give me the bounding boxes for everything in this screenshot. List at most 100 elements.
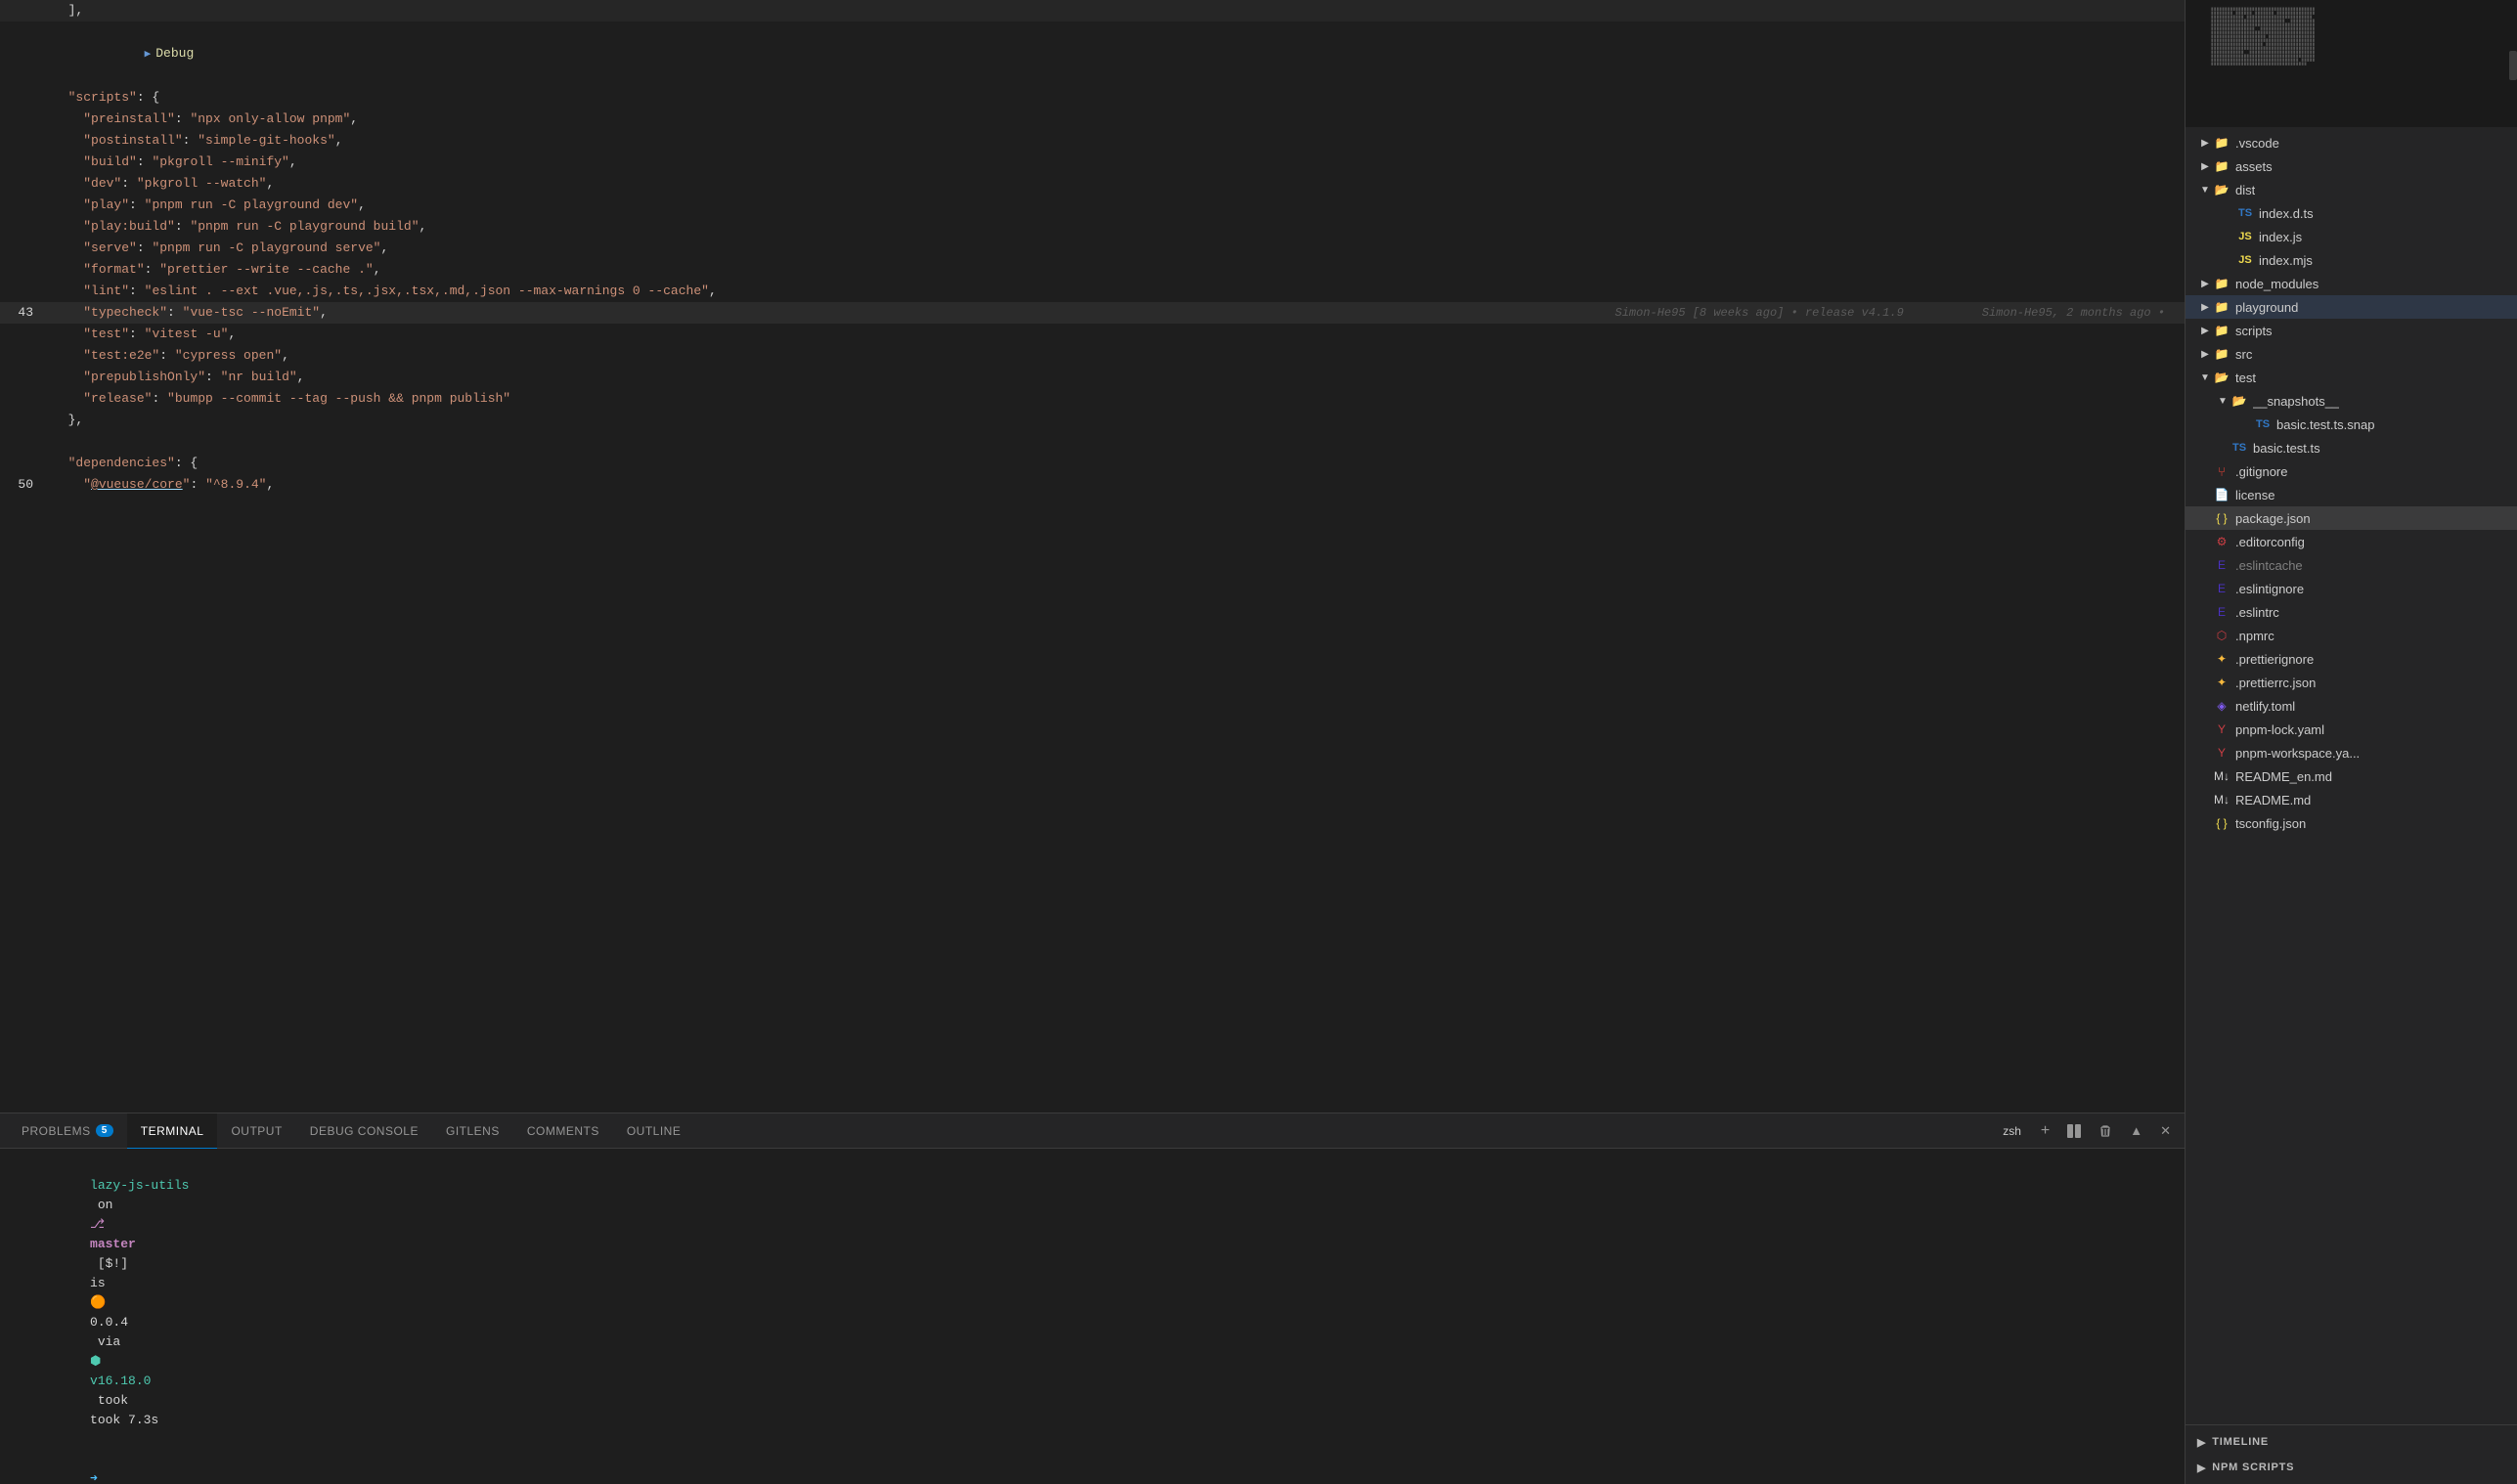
- line-content: "@vueuse/core": "^8.9.4",: [49, 474, 2185, 496]
- tree-item-eslintignore[interactable]: E .eslintignore: [2186, 577, 2517, 600]
- tree-item-index-dts[interactable]: TS index.d.ts: [2186, 201, 2517, 225]
- tab-comments[interactable]: COMMENTS: [513, 1113, 613, 1149]
- tree-item-prettierrc-json[interactable]: ✦ .prettierrc.json: [2186, 671, 2517, 694]
- tree-item-assets[interactable]: ▶ 📁 assets: [2186, 154, 2517, 178]
- json-icon: { }: [2213, 509, 2230, 527]
- maximize-panel-button[interactable]: ▲: [2124, 1120, 2148, 1141]
- tab-terminal-label: TERMINAL: [141, 1124, 204, 1138]
- tree-label: pnpm-lock.yaml: [2235, 722, 2324, 737]
- folder-icon: 📁: [2213, 134, 2230, 152]
- npm-scripts-section[interactable]: ▶ NPM SCRIPTS: [2186, 1455, 2517, 1480]
- config-icon: ⚙: [2213, 533, 2230, 550]
- toml-icon: ◈: [2213, 697, 2230, 715]
- eslint-icon: E: [2213, 556, 2230, 574]
- term-node: v16.18.0: [90, 1374, 151, 1388]
- tree-label: tsconfig.json: [2235, 816, 2306, 831]
- tree-item-eslintcache[interactable]: E .eslintcache: [2186, 553, 2517, 577]
- tree-item-index-mjs[interactable]: JS index.mjs: [2186, 248, 2517, 272]
- main-container: ], ▶Debug "scripts": {: [0, 0, 2517, 1484]
- tree-item-pnpm-workspace[interactable]: Y pnpm-workspace.ya...: [2186, 741, 2517, 764]
- md-icon: M↓: [2213, 767, 2230, 785]
- ts-snap-icon: TS: [2254, 415, 2272, 433]
- line-content: "test": "vitest -u",: [49, 324, 2185, 345]
- code-line: "lint": "eslint . --ext .vue,.js,.ts,.js…: [0, 281, 2185, 302]
- tree-item-readme[interactable]: M↓ README.md: [2186, 788, 2517, 811]
- tab-gitlens-label: GITLENS: [446, 1124, 500, 1138]
- tree-item-index-js[interactable]: JS index.js: [2186, 225, 2517, 248]
- tree-item-license[interactable]: 📄 license: [2186, 483, 2517, 506]
- eslint-icon: E: [2213, 603, 2230, 621]
- tree-label: index.mjs: [2259, 253, 2313, 268]
- tree-label: dist: [2235, 183, 2255, 197]
- tab-gitlens[interactable]: GITLENS: [432, 1113, 513, 1149]
- tree-label: index.d.ts: [2259, 206, 2314, 221]
- tree-item-prettierignore[interactable]: ✦ .prettierignore: [2186, 647, 2517, 671]
- tree-item-playground[interactable]: ▶ 📁 playground: [2186, 295, 2517, 319]
- tree-label: basic.test.ts.snap: [2276, 417, 2374, 432]
- line-content: "test:e2e": "cypress open",: [49, 345, 2185, 367]
- tree-item-test[interactable]: ▼ 📂 test: [2186, 366, 2517, 389]
- tree-item-gitignore[interactable]: ⑂ .gitignore: [2186, 459, 2517, 483]
- tree-item-readme-en[interactable]: M↓ README_en.md: [2186, 764, 2517, 788]
- tree-item-vscode[interactable]: ▶ 📁 .vscode: [2186, 131, 2517, 154]
- tree-item-package-json[interactable]: { } package.json: [2186, 506, 2517, 530]
- term-version: 0.0.4: [90, 1315, 128, 1330]
- prettier-json-icon: ✦: [2213, 674, 2230, 691]
- line-content: "play:build": "pnpm run -C playground bu…: [49, 216, 2185, 238]
- split-terminal-button[interactable]: [2061, 1121, 2087, 1141]
- tree-item-npmrc[interactable]: ⬡ .npmrc: [2186, 624, 2517, 647]
- tree-item-pnpm-lock[interactable]: Y pnpm-lock.yaml: [2186, 718, 2517, 741]
- tree-item-eslintrc[interactable]: E .eslintrc: [2186, 600, 2517, 624]
- expand-arrow: ▶: [2197, 299, 2213, 315]
- tab-problems[interactable]: PROBLEMS 5: [8, 1113, 127, 1149]
- chevron-right-icon: ▶: [2197, 1436, 2206, 1449]
- code-line: "release": "bumpp --commit --tag --push …: [0, 388, 2185, 410]
- tree-item-basic-snap[interactable]: TS basic.test.ts.snap: [2186, 413, 2517, 436]
- yaml-icon: Y: [2213, 744, 2230, 762]
- tab-output-label: OUTPUT: [231, 1124, 282, 1138]
- file-tree[interactable]: ▶ 📁 .vscode ▶ 📁 assets ▼ 📂 dist TS index…: [2186, 127, 2517, 1424]
- code-editor[interactable]: ], ▶Debug "scripts": {: [0, 0, 2185, 1113]
- term-branch: master: [90, 1237, 136, 1251]
- line-content: "lint": "eslint . --ext .vue,.js,.ts,.js…: [49, 281, 2185, 302]
- kill-terminal-button[interactable]: [2093, 1121, 2118, 1141]
- code-line: [0, 431, 2185, 453]
- file-icon: 📄: [2213, 486, 2230, 503]
- tab-problems-label: PROBLEMS: [22, 1124, 91, 1138]
- tree-item-tsconfig[interactable]: { } tsconfig.json: [2186, 811, 2517, 835]
- tree-item-netlify[interactable]: ◈ netlify.toml: [2186, 694, 2517, 718]
- tree-item-dist[interactable]: ▼ 📂 dist: [2186, 178, 2517, 201]
- expand-arrow: ▶: [2197, 323, 2213, 338]
- expand-arrow: [2215, 440, 2230, 456]
- tab-outline-label: OUTLINE: [627, 1124, 682, 1138]
- add-terminal-button[interactable]: +: [2035, 1119, 2055, 1143]
- npm-icon: ⬡: [2213, 627, 2230, 644]
- terminal-content[interactable]: lazy-js-utils on ⎇ master [$!] is 🟠 0.0.…: [0, 1149, 2185, 1484]
- sidebar: ██████████████████████████████████████ █…: [2185, 0, 2517, 1484]
- close-panel-button[interactable]: ✕: [2154, 1120, 2177, 1142]
- code-line: "test": "vitest -u",: [0, 324, 2185, 345]
- tree-item-snapshots[interactable]: ▼ 📂 __snapshots__: [2186, 389, 2517, 413]
- line-number: 50: [0, 474, 49, 496]
- tree-item-basic-test[interactable]: TS basic.test.ts: [2186, 436, 2517, 459]
- tab-output[interactable]: OUTPUT: [217, 1113, 295, 1149]
- tree-item-scripts[interactable]: ▶ 📁 scripts: [2186, 319, 2517, 342]
- tab-debug-console[interactable]: DEBUG CONSOLE: [296, 1113, 432, 1149]
- terminal-panel: PROBLEMS 5 TERMINAL OUTPUT DEBUG CONSOLE…: [0, 1113, 2185, 1484]
- tab-terminal[interactable]: TERMINAL: [127, 1113, 218, 1149]
- shell-selector[interactable]: zsh: [1995, 1124, 2029, 1138]
- tree-label: .npmrc: [2235, 629, 2274, 643]
- tab-outline[interactable]: OUTLINE: [613, 1113, 695, 1149]
- line-number: 43: [0, 302, 49, 324]
- tree-item-editorconfig[interactable]: ⚙ .editorconfig: [2186, 530, 2517, 553]
- tree-item-src[interactable]: ▶ 📁 src: [2186, 342, 2517, 366]
- timeline-section[interactable]: ▶ TIMELINE: [2186, 1429, 2517, 1455]
- folder-icon: 📁: [2213, 298, 2230, 316]
- tree-item-node-modules[interactable]: ▶ 📁 node_modules: [2186, 272, 2517, 295]
- code-line-50: 50 "@vueuse/core": "^8.9.4",: [0, 474, 2185, 496]
- tab-comments-label: COMMENTS: [527, 1124, 599, 1138]
- tab-debug-label: DEBUG CONSOLE: [310, 1124, 419, 1138]
- folder-icon: 📂: [2213, 181, 2230, 198]
- expand-arrow: ▶: [2197, 276, 2213, 291]
- line-content: "preinstall": "npx only-allow pnpm",: [49, 109, 2185, 130]
